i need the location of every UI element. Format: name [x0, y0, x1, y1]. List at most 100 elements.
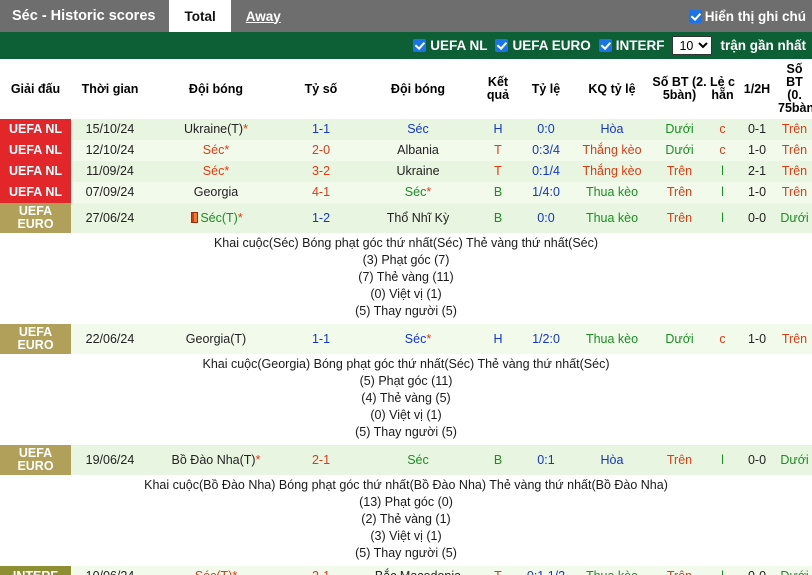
top-tab-bar: Séc - Historic scores Total Away Hiển th… — [0, 0, 812, 32]
cell-half-time: 1-0 — [737, 140, 777, 161]
note-stat: (5) Thay người (5) — [355, 546, 457, 560]
col-ou-075[interactable]: Số BT (0. 75bàn) — [777, 59, 812, 119]
cell-date: 10/06/24 — [71, 566, 149, 575]
cell-home-team[interactable]: Séc(T)* — [149, 203, 283, 233]
cell-ou-25: Dưới — [651, 140, 708, 161]
cell-home-team[interactable]: Georgia(T) — [149, 324, 283, 354]
checkbox-icon[interactable] — [495, 39, 509, 52]
table-body: UEFA NL 15/10/24 Ukraine(T)* 1-1 Séc H 0:0 Hòa D… — [0, 119, 812, 575]
col-home-team[interactable]: Đội bóng — [149, 59, 283, 119]
cell-score: 1-1 — [283, 324, 359, 354]
col-league[interactable]: Giải đấu — [0, 59, 71, 119]
cell-odds: 0:1 — [519, 445, 573, 475]
cell-half-time: 0-0 — [737, 445, 777, 475]
cell-odd-even: c — [708, 140, 737, 161]
col-half-time[interactable]: 1/2H — [737, 59, 777, 119]
cell-ou-075: Dưới — [777, 203, 812, 233]
note-cell: Khai cuộc(Georgia) Bóng phạt góc thứ nhấ… — [0, 354, 812, 445]
note-stat: (2) Thẻ vàng (1) — [361, 512, 451, 526]
cell-home-team[interactable]: Ukraine(T)* — [149, 119, 283, 140]
cell-odd-even: l — [708, 445, 737, 475]
cell-away-team[interactable]: Séc* — [359, 324, 477, 354]
cell-odds-result: Hòa — [573, 445, 651, 475]
show-notes-toggle[interactable]: Hiển thị ghi chú — [688, 0, 806, 32]
table-row[interactable]: UEFA EURO 22/06/24 Georgia(T) 1-1 Séc* H 1/2:0… — [0, 324, 812, 354]
cell-home-team[interactable]: Séc* — [149, 140, 283, 161]
cell-away-team[interactable]: Séc* — [359, 182, 477, 203]
col-away-team[interactable]: Đội bóng — [359, 59, 477, 119]
cell-away-team[interactable]: Ukraine — [359, 161, 477, 182]
cell-ou-075: Trên — [777, 324, 812, 354]
cell-home-team[interactable]: Séc* — [149, 161, 283, 182]
header-row: Giải đấu Thời gian Đội bóng Tỷ số Đội bó… — [0, 59, 812, 119]
cell-result: B — [477, 182, 519, 203]
cell-half-time: 1-0 — [737, 182, 777, 203]
recent-matches-label: trận gần nhất — [720, 38, 806, 53]
col-time[interactable]: Thời gian — [71, 59, 149, 119]
checkbox-icon[interactable] — [598, 39, 612, 52]
cell-date: 19/06/24 — [71, 445, 149, 475]
filter-interf[interactable]: INTERF — [598, 38, 665, 53]
table-row[interactable]: UEFA NL 07/09/24 Georgia 4-1 Séc* B 1/4:0 Thua … — [0, 182, 812, 203]
cell-date: 15/10/24 — [71, 119, 149, 140]
cell-away-team[interactable]: Bắc Macedonia — [359, 566, 477, 575]
cell-away-team[interactable]: Thổ Nhĩ Kỳ — [359, 203, 477, 233]
checkbox-icon[interactable] — [688, 9, 702, 23]
cell-odds: 1/2:0 — [519, 324, 573, 354]
cell-away-team[interactable]: Albania — [359, 140, 477, 161]
match-note-row: Khai cuộc(Séc) Bóng phạt góc thứ nhất(Sé… — [0, 233, 812, 324]
col-score[interactable]: Tỷ số — [283, 59, 359, 119]
cell-home-team[interactable]: Séc(T)* — [149, 566, 283, 575]
red-card-icon — [191, 211, 199, 223]
cell-odds: 0:3/4 — [519, 140, 573, 161]
table-row[interactable]: INTERF10/06/24Séc(T)*2-1Bắc MacedoniaT0:… — [0, 566, 812, 575]
col-result[interactable]: Kết quả — [477, 59, 519, 119]
table-row[interactable]: UEFA NL 11/09/24 Séc* 3-2 Ukraine T 0:1/4 Thắng… — [0, 161, 812, 182]
cell-home-team[interactable]: Georgia — [149, 182, 283, 203]
tab-total[interactable]: Total — [169, 0, 231, 32]
cell-ou-075: Trên — [777, 140, 812, 161]
cell-odd-even: c — [708, 324, 737, 354]
cell-result: H — [477, 324, 519, 354]
table-row[interactable]: UEFA NL 12/10/24 Séc* 2-0 Albania T 0:3/4 Thắng… — [0, 140, 812, 161]
table-row[interactable]: UEFA EURO 27/06/24 Séc(T)* 1-2 Thổ Nhĩ Kỳ B 0:… — [0, 203, 812, 233]
note-stat: (13) Phạt góc (0) — [359, 495, 453, 509]
cell-league: UEFA NL — [0, 140, 71, 161]
cell-half-time: 0-0 — [737, 203, 777, 233]
note-headline: Khai cuộc(Georgia) Bóng phạt góc thứ nhấ… — [202, 357, 610, 371]
note-stat: (3) Việt vị (1) — [370, 529, 442, 543]
cell-away-team[interactable]: Séc — [359, 119, 477, 140]
cell-league: UEFA NL — [0, 182, 71, 203]
col-ou-25[interactable]: Số BT (2. 5bàn) — [651, 59, 708, 119]
cell-odds-result: Thua kèo — [573, 203, 651, 233]
cell-home-team[interactable]: Bồ Đào Nha(T)* — [149, 445, 283, 475]
col-odds-result[interactable]: KQ tỷ lệ — [573, 59, 651, 119]
col-odd-even[interactable]: Lẻ c hẵn — [708, 59, 737, 119]
table-row[interactable]: UEFA NL 15/10/24 Ukraine(T)* 1-1 Séc H 0:0 Hòa D… — [0, 119, 812, 140]
match-count-select[interactable]: 510152030 — [672, 36, 713, 55]
filter-uefa-euro[interactable]: UEFA EURO — [495, 38, 591, 53]
note-stat: (3) Phạt góc (7) — [362, 253, 450, 267]
league-filter-bar: UEFA NL UEFA EURO INTERF 510152030 trận … — [0, 32, 812, 59]
match-note-row: Khai cuộc(Bồ Đào Nha) Bóng phạt góc thứ … — [0, 475, 812, 566]
cell-date: 07/09/24 — [71, 182, 149, 203]
filter-uefa-nl[interactable]: UEFA NL — [413, 38, 487, 53]
cell-half-time: 2-1 — [737, 161, 777, 182]
show-notes-label: Hiển thị ghi chú — [704, 8, 806, 24]
cell-result: H — [477, 119, 519, 140]
note-stat: (5) Thay người (5) — [355, 304, 457, 318]
cell-away-team[interactable]: Séc — [359, 445, 477, 475]
table-header: Giải đấu Thời gian Đội bóng Tỷ số Đội bó… — [0, 59, 812, 119]
filter-interf-label: INTERF — [615, 38, 665, 53]
note-stat: (0) Việt vị (1) — [370, 408, 442, 422]
cell-ou-075: Trên — [777, 182, 812, 203]
col-odds[interactable]: Tỷ lệ — [519, 59, 573, 119]
cell-half-time: 1-0 — [737, 324, 777, 354]
checkbox-icon[interactable] — [413, 39, 427, 52]
cell-ou-25: Dưới — [651, 324, 708, 354]
cell-odds-result: Hòa — [573, 119, 651, 140]
tab-away[interactable]: Away — [231, 0, 296, 32]
cell-odd-even: c — [708, 119, 737, 140]
table-row[interactable]: UEFA EURO 19/06/24 Bồ Đào Nha(T)* 2-1 Séc B 0:… — [0, 445, 812, 475]
note-cell: Khai cuộc(Bồ Đào Nha) Bóng phạt góc thứ … — [0, 475, 812, 566]
